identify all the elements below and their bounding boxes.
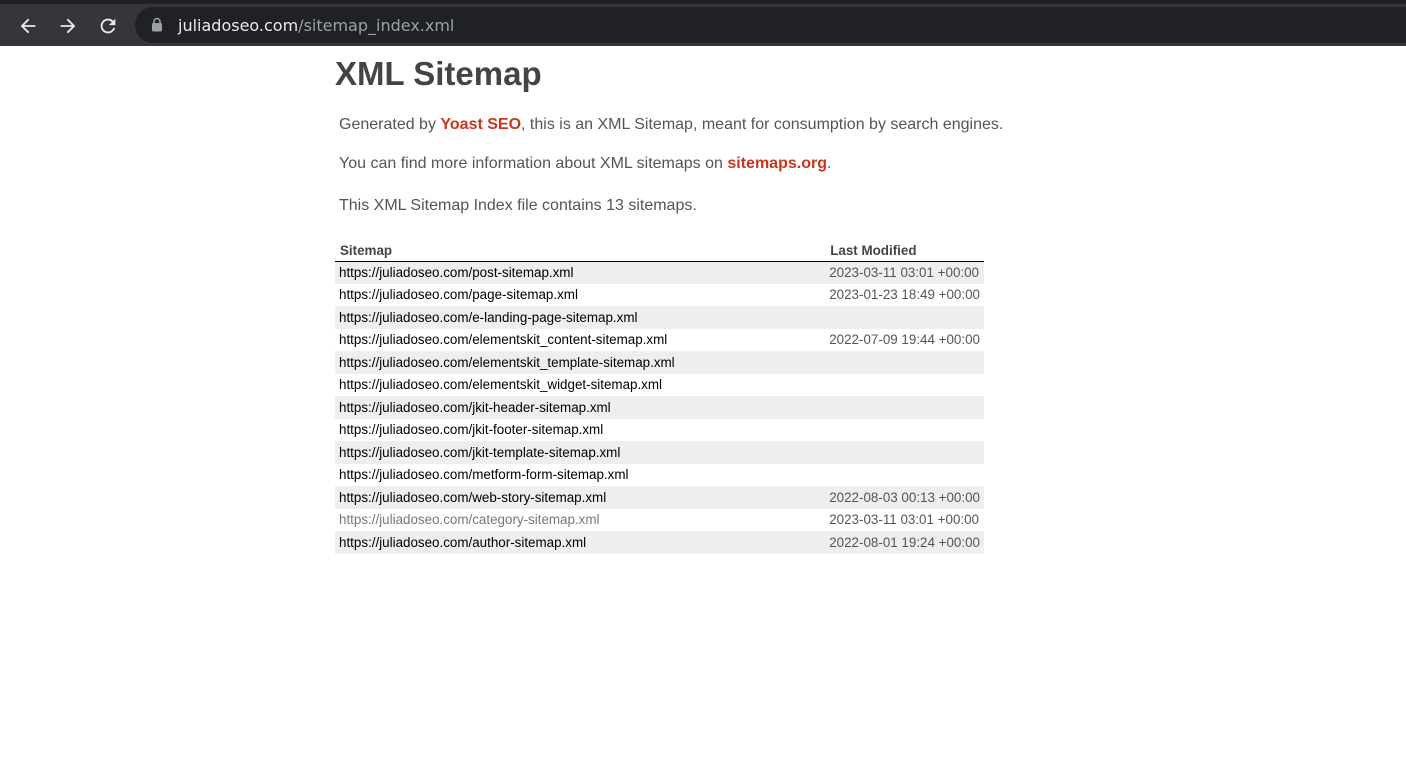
table-row: https://juliadoseo.com/web-story-sitemap…: [335, 486, 984, 509]
intro-suffix: , this is an XML Sitemap, meant for cons…: [521, 116, 1004, 133]
sitemap-link[interactable]: https://juliadoseo.com/page-sitemap.xml: [339, 287, 578, 302]
sitemaps-org-link[interactable]: sitemaps.org: [727, 155, 827, 172]
sitemap-link[interactable]: https://juliadoseo.com/jkit-header-sitem…: [339, 400, 611, 415]
browser-toolbar: juliadoseo.com/sitemap_index.xml: [0, 0, 1406, 46]
table-row: https://juliadoseo.com/elementskit_widge…: [335, 374, 984, 397]
table-row: https://juliadoseo.com/jkit-footer-sitem…: [335, 419, 984, 442]
last-modified-cell: 2022-08-03 00:13 +00:00: [825, 486, 984, 509]
last-modified-cell: [825, 374, 984, 397]
page-title: XML Sitemap: [335, 55, 542, 92]
sitemap-link[interactable]: https://juliadoseo.com/e-landing-page-si…: [339, 310, 637, 325]
table-row: https://juliadoseo.com/author-sitemap.xm…: [335, 531, 984, 554]
table-header-row: Sitemap Last Modified: [335, 238, 984, 262]
sitemap-link[interactable]: https://juliadoseo.com/elementskit_templ…: [339, 355, 675, 370]
sitemap-url-cell: https://juliadoseo.com/elementskit_widge…: [335, 374, 825, 397]
sitemap-link[interactable]: https://juliadoseo.com/jkit-footer-sitem…: [339, 422, 603, 437]
sitemap-url-cell: https://juliadoseo.com/elementskit_conte…: [335, 329, 825, 352]
table-row: https://juliadoseo.com/jkit-header-sitem…: [335, 396, 984, 419]
last-modified-cell: 2023-03-11 03:01 +00:00: [829, 512, 979, 528]
sitemap-link[interactable]: https://juliadoseo.com/elementskit_widge…: [339, 377, 662, 392]
sitemap-link[interactable]: https://juliadoseo.com/web-story-sitemap…: [339, 490, 606, 505]
sitemap-url-cell: https://juliadoseo.com/jkit-header-sitem…: [335, 396, 826, 419]
last-modified-cell: [825, 419, 984, 442]
table-row: https://juliadoseo.com/e-landing-page-si…: [335, 306, 984, 329]
arrow-left-icon: [20, 18, 36, 34]
yoast-seo-link[interactable]: Yoast SEO: [440, 116, 521, 133]
last-modified-cell: 2023-01-23 18:49 +00:00: [829, 287, 980, 303]
sitemap-url-cell: https://juliadoseo.com/metform-form-site…: [335, 464, 825, 487]
sitemap-url-cell: https://juliadoseo.com/jkit-footer-sitem…: [335, 419, 825, 442]
last-modified-cell: 2023-03-11 03:01 +00:00: [825, 261, 984, 284]
sitemap-link[interactable]: https://juliadoseo.com/elementskit_conte…: [339, 332, 667, 347]
last-modified-cell: 2022-08-01 19:24 +00:00: [825, 531, 984, 554]
address-bar[interactable]: juliadoseo.com/sitemap_index.xml: [135, 7, 1406, 43]
header-last-modified: Last Modified: [825, 238, 984, 262]
table-row: https://juliadoseo.com/elementskit_conte…: [335, 329, 984, 352]
table-row: https://juliadoseo.com/page-sitemap.xml 2…: [335, 284, 984, 307]
intro-prefix: Generated by: [339, 116, 441, 133]
last-modified-cell: 2022-07-09 19:44 +00:00: [829, 332, 980, 348]
header-sitemap: Sitemap: [335, 238, 826, 262]
sitemap-link[interactable]: https://juliadoseo.com/jkit-template-sit…: [339, 445, 620, 460]
url-text: juliadoseo.com/sitemap_index.xml: [178, 16, 454, 35]
sitemap-link[interactable]: https://juliadoseo.com/author-sitemap.xm…: [339, 535, 586, 550]
back-button[interactable]: [11, 9, 45, 43]
sitemap-url-cell: https://juliadoseo.com/author-sitemap.xm…: [335, 531, 826, 554]
sitemap-url-cell: https://juliadoseo.com/e-landing-page-si…: [335, 306, 826, 329]
sitemap-url-cell: https://juliadoseo.com/category-sitemap.…: [335, 509, 825, 532]
last-modified-cell: [825, 306, 984, 329]
last-modified-cell: [825, 441, 984, 464]
sitemap-link[interactable]: https://juliadoseo.com/post-sitemap.xml: [339, 265, 573, 280]
table-row: https://juliadoseo.com/metform-form-site…: [335, 464, 984, 487]
info-prefix: You can find more information about XML …: [339, 155, 728, 172]
intro-paragraph: Generated by Yoast SEO, this is an XML S…: [339, 116, 1003, 134]
table-row: https://juliadoseo.com/category-sitemap.…: [335, 509, 984, 532]
table-row: https://juliadoseo.com/jkit-template-sit…: [335, 441, 984, 464]
reload-button[interactable]: [91, 9, 125, 43]
sitemap-count-text: This XML Sitemap Index file contains 13 …: [339, 197, 697, 214]
sitemap-rows: https://juliadoseo.com/post-sitemap.xml 2…: [335, 261, 984, 554]
sitemap-url-cell: https://juliadoseo.com/page-sitemap.xml: [335, 284, 825, 307]
sitemap-table: Sitemap Last Modified https://juliadoseo…: [335, 238, 984, 554]
info-paragraph: You can find more information about XML …: [339, 155, 831, 173]
sitemap-url-cell: https://juliadoseo.com/web-story-sitemap…: [335, 486, 826, 509]
last-modified-cell: [825, 464, 984, 487]
sitemap-url-cell: https://juliadoseo.com/post-sitemap.xml: [335, 261, 826, 284]
url-host: juliadoseo.com: [178, 16, 299, 35]
reload-icon: [100, 18, 116, 34]
table-row: https://juliadoseo.com/post-sitemap.xml 2…: [335, 261, 984, 284]
sitemap-link[interactable]: https://juliadoseo.com/category-sitemap.…: [339, 512, 599, 527]
info-suffix: .: [826, 155, 832, 172]
last-modified-cell: [825, 396, 984, 419]
forward-button[interactable]: [51, 9, 85, 43]
sitemap-url-cell: https://juliadoseo.com/elementskit_templ…: [335, 351, 826, 374]
lock-icon: [152, 17, 162, 32]
arrow-right-icon: [60, 18, 76, 34]
sitemap-link[interactable]: https://juliadoseo.com/metform-form-site…: [339, 467, 628, 482]
url-path: /sitemap_index.xml: [298, 16, 455, 35]
sitemap-url-cell: https://juliadoseo.com/jkit-template-sit…: [335, 441, 826, 464]
last-modified-cell: [825, 351, 984, 374]
table-row: https://juliadoseo.com/elementskit_templ…: [335, 351, 984, 374]
